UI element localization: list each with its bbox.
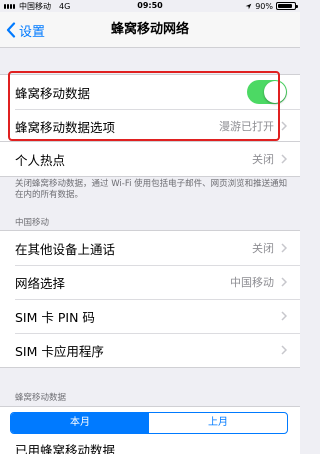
segment-this-month[interactable]: 本月 bbox=[11, 413, 149, 433]
network-selection-label: 网络选择 bbox=[15, 275, 66, 291]
calls-on-other-devices-label: 在其他设备上通话 bbox=[15, 241, 116, 257]
navigation-bar: 设置 蜂窝移动网络 bbox=[0, 12, 300, 48]
chevron-right-icon bbox=[281, 277, 287, 287]
sim-pin-label: SIM 卡 PIN 码 bbox=[15, 309, 95, 325]
sim-pin-row[interactable]: SIM 卡 PIN 码 bbox=[0, 299, 300, 333]
chevron-right-icon bbox=[281, 121, 287, 131]
toggle-knob bbox=[264, 81, 286, 103]
sim-applications-row[interactable]: SIM 卡应用程序 bbox=[0, 333, 300, 367]
page-title: 蜂窝移动网络 bbox=[110, 22, 189, 37]
segment-last-month[interactable]: 上月 bbox=[149, 413, 287, 433]
battery-fill bbox=[278, 4, 293, 8]
personal-hotspot-value: 关闭 bbox=[252, 153, 274, 166]
cellular-data-options-row[interactable]: 蜂窝移动数据选项 漫游已打开 bbox=[0, 109, 300, 143]
personal-hotspot-label: 个人热点 bbox=[15, 152, 66, 168]
cellular-usage-row: 已用蜂窝移动数据 bbox=[0, 440, 300, 454]
calls-on-other-devices-row[interactable]: 在其他设备上通话 关闭 bbox=[0, 231, 300, 265]
cellular-data-group: 蜂窝移动数据 蜂窝移动数据选项 漫游已打开 bbox=[0, 74, 300, 144]
cellular-data-options-label: 蜂窝移动数据选项 bbox=[15, 119, 116, 135]
status-bar: 中国移动 4G 09:50 90% bbox=[0, 0, 300, 12]
network-selection-value: 中国移动 bbox=[230, 276, 274, 289]
sim-applications-label: SIM 卡应用程序 bbox=[15, 343, 104, 359]
chevron-right-icon bbox=[281, 311, 287, 321]
cellular-data-row: 蜂窝移动数据 bbox=[0, 75, 300, 109]
location-icon bbox=[245, 3, 252, 9]
cellular-footnote: 关闭蜂窝移动数据，通过 Wi-Fi 使用包括电子邮件、网页浏览和推送通知在内的所… bbox=[15, 179, 288, 200]
calls-on-other-devices-value: 关闭 bbox=[252, 242, 274, 255]
cellular-data-options-value: 漫游已打开 bbox=[219, 120, 274, 133]
carrier-section-header: 中国移动 bbox=[15, 218, 50, 228]
chevron-right-icon bbox=[281, 243, 287, 253]
usage-period-container: 本月 上月 bbox=[0, 406, 300, 440]
network-selection-row[interactable]: 网络选择 中国移动 bbox=[0, 265, 300, 299]
cellular-data-toggle[interactable] bbox=[247, 80, 287, 104]
status-right: 90% bbox=[245, 0, 298, 12]
usage-period-segmented-control: 本月 上月 bbox=[10, 412, 288, 434]
hotspot-group: 个人热点 关闭 bbox=[0, 141, 300, 177]
chevron-right-icon bbox=[281, 154, 287, 164]
carrier-group: 在其他设备上通话 关闭 网络选择 中国移动 SIM 卡 PIN 码 SIM 卡应… bbox=[0, 230, 300, 368]
cellular-settings-screen: 中国移动 4G 09:50 90% 设置 蜂窝移动网络 蜂窝移动数据 蜂窝移动数… bbox=[0, 0, 300, 454]
battery-icon bbox=[276, 2, 298, 10]
cellular-data-label: 蜂窝移动数据 bbox=[15, 85, 91, 101]
chevron-right-icon bbox=[281, 345, 287, 355]
usage-section-header: 蜂窝移动数据 bbox=[15, 393, 67, 403]
battery-percent: 90% bbox=[255, 1, 273, 11]
cellular-usage-label: 已用蜂窝移动数据 bbox=[15, 443, 116, 454]
personal-hotspot-row[interactable]: 个人热点 关闭 bbox=[0, 142, 300, 176]
